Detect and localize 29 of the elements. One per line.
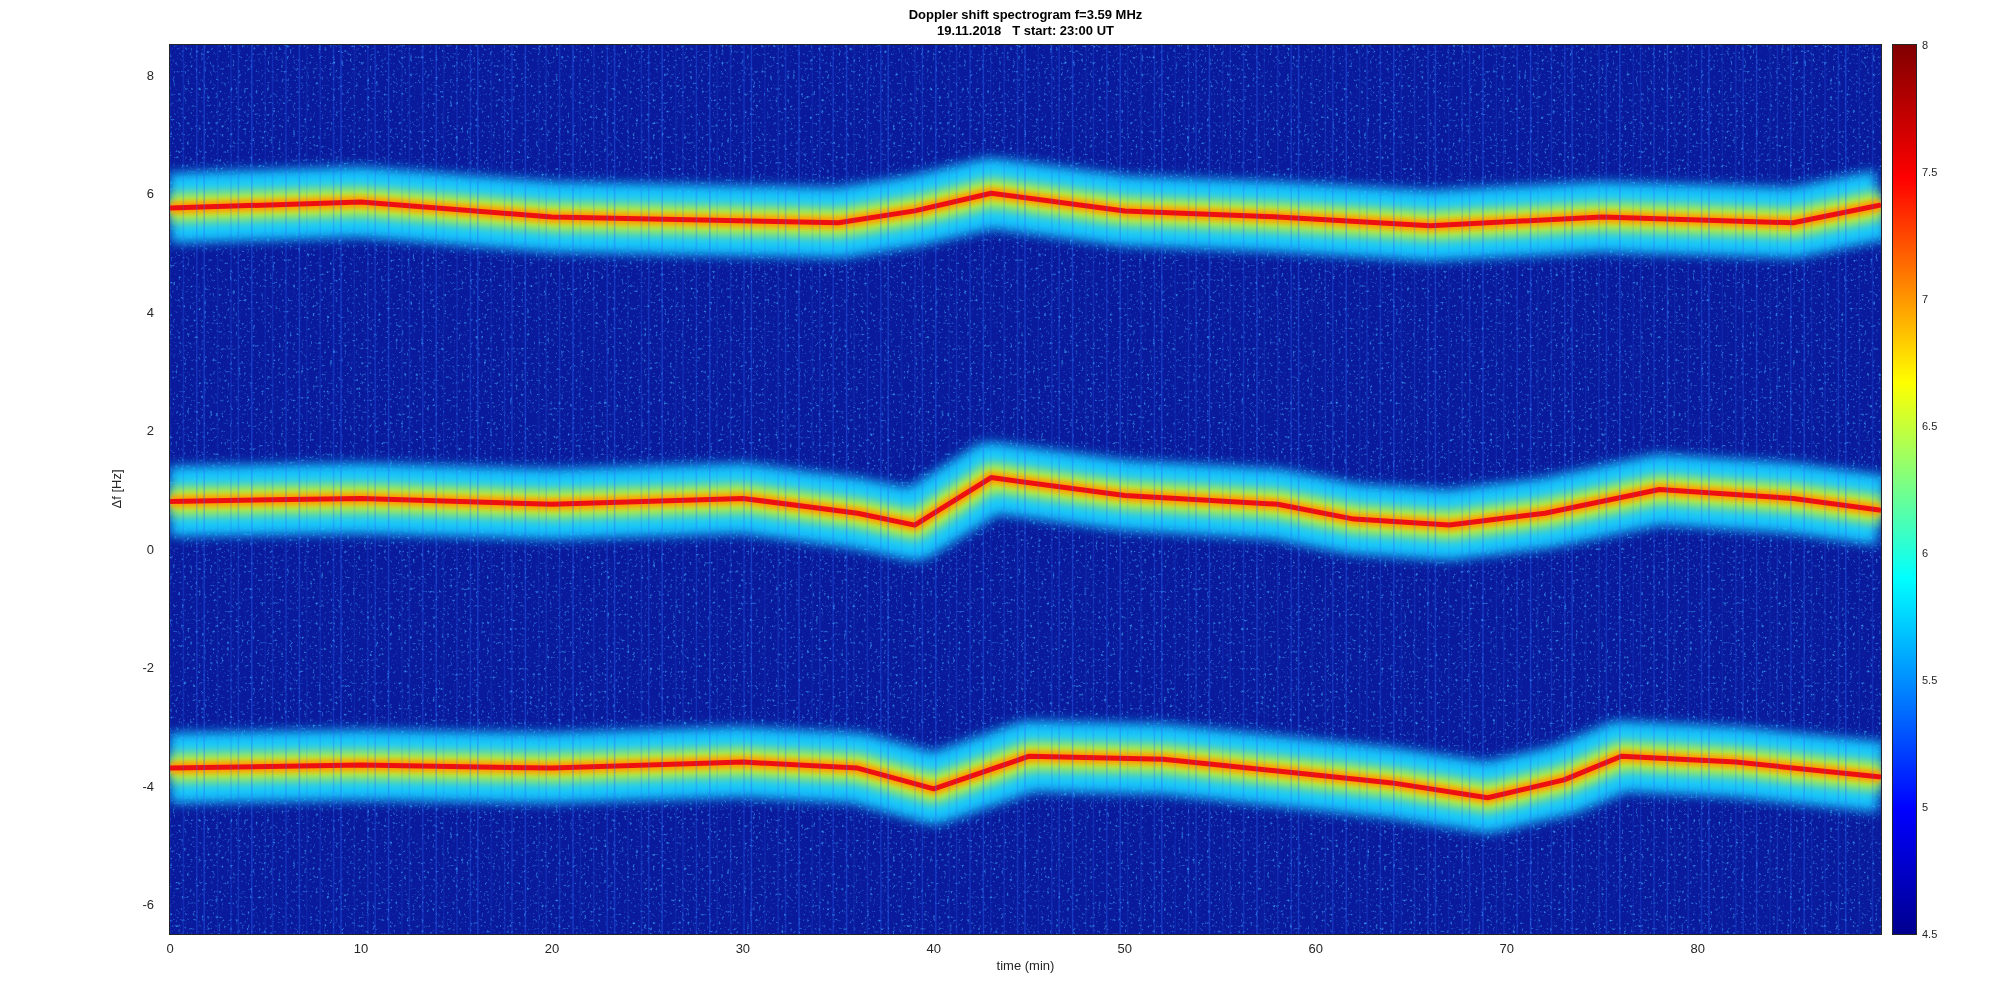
y-tick-label: -4	[142, 778, 154, 794]
colorbar-tick-label: 8	[1922, 39, 1929, 51]
chart-title: Doppler shift spectrogram f=3.59 MHz	[908, 6, 1143, 23]
y-tick-label: 6	[146, 185, 154, 201]
x-tick-label: 30	[735, 941, 751, 956]
y-tick-label: 0	[146, 541, 154, 557]
colorbar-tick-label: 5.5	[1922, 674, 1938, 686]
y-tick-label: -6	[142, 896, 154, 912]
colorbar-tick-label: 4.5	[1922, 928, 1938, 940]
colorbar-tick-label: 7	[1922, 293, 1929, 305]
x-tick-label: 0	[166, 941, 174, 956]
colorbar-tick-label: 7.5	[1922, 166, 1938, 178]
x-tick-label: 50	[1117, 941, 1133, 956]
x-axis-label: time (min)	[995, 958, 1056, 973]
y-axis-label: Δf [Hz]	[108, 469, 124, 509]
x-tick-label: 40	[926, 941, 942, 956]
y-tick-label: 4	[146, 304, 154, 320]
x-tick-label: 20	[544, 941, 560, 956]
x-tick-label: 70	[1499, 941, 1514, 956]
y-tick-label: 8	[146, 67, 154, 83]
x-tick-label: 80	[1690, 941, 1705, 956]
x-tick-label: 10	[353, 941, 369, 956]
y-tick-label: 2	[146, 422, 154, 438]
x-tick-label: 60	[1308, 941, 1323, 956]
y-tick-label: -2	[142, 659, 154, 675]
colorbar-tick-label: 6.5	[1922, 420, 1938, 432]
colorbar-tick-label: 6	[1922, 547, 1929, 559]
chart-subtitle: 19.11.2018 T start: 23:00 UT	[936, 22, 1114, 39]
colorbar-tick-label: 5	[1922, 801, 1929, 813]
